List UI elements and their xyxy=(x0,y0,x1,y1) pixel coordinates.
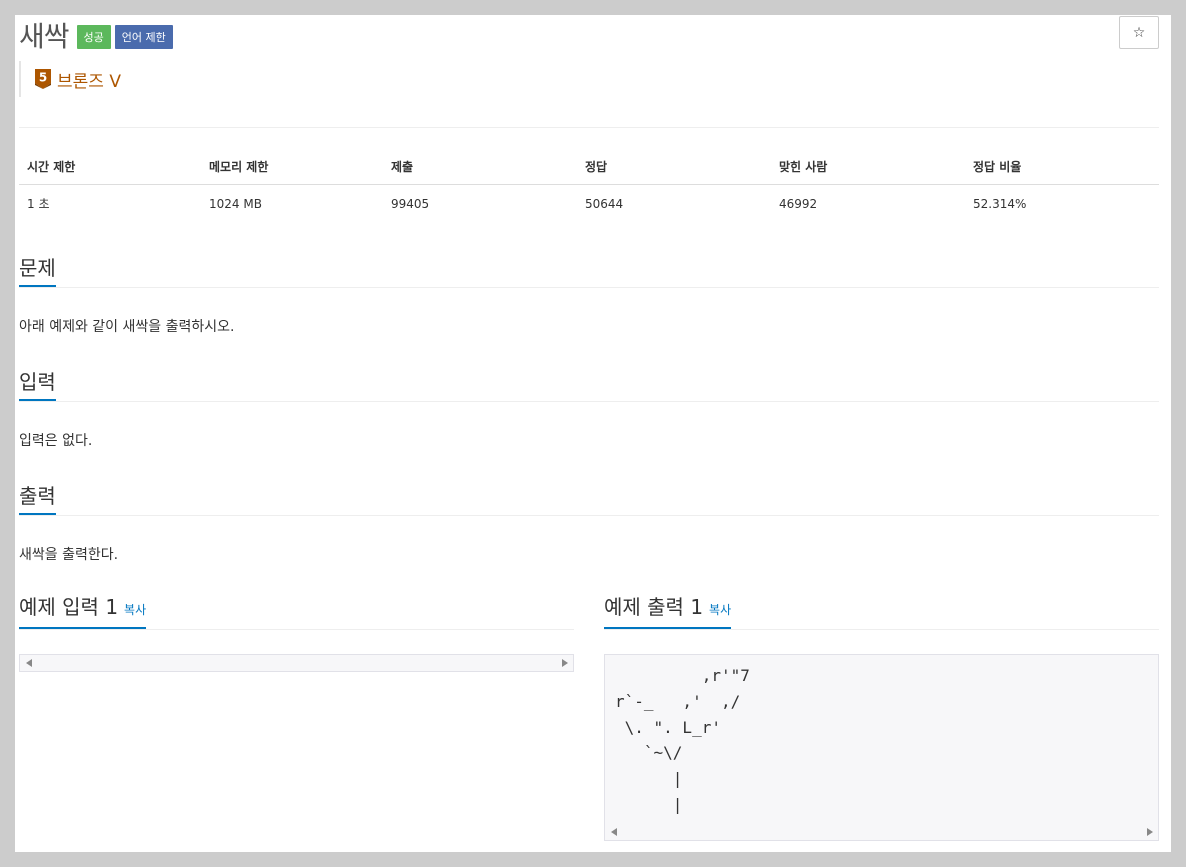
problem-page: 새싹 성공 언어 제한 ☆ 5 브론즈 V 시간 제한 메모리 제한 제출 정답… xyxy=(15,15,1171,852)
sample-input-box xyxy=(19,654,574,672)
scroll-left-icon[interactable] xyxy=(611,827,617,836)
output-header: 출력 xyxy=(19,479,1159,516)
description-title: 문제 xyxy=(19,255,56,287)
sample-input-title-wrap: 예제 입력 1 복사 xyxy=(19,594,147,629)
stat-memory-limit: 1024 MB xyxy=(209,196,262,211)
sample-output-title: 예제 출력 1 xyxy=(604,595,704,619)
stat-ratio: 52.314% xyxy=(973,196,1027,211)
stats-value-row: 1 초 1024 MB 99405 50644 46992 52.314% xyxy=(19,185,1159,223)
problem-stats-table: 시간 제한 메모리 제한 제출 정답 맞힌 사람 정답 비율 1 초 1024 … xyxy=(19,153,1159,222)
language-limit-badge: 언어 제한 xyxy=(114,25,173,49)
stat-header-memory-limit: 메모리 제한 xyxy=(201,153,383,185)
input-title: 입력 xyxy=(19,369,56,401)
sample-output-header: 예제 출력 1 복사 xyxy=(604,593,1159,630)
sample-output-copy-button[interactable]: 복사 xyxy=(709,603,731,617)
input-body: 입력은 없다. xyxy=(19,433,93,449)
sample-input-copy-button[interactable]: 복사 xyxy=(124,603,146,617)
sample-output-box: ,r'"7 r`-_ ,' ,/ \. ". L_r' `~\/ | | xyxy=(604,654,1159,841)
stat-header-solved-users: 맞힌 사람 xyxy=(771,153,965,185)
stat-header-ratio: 정답 비율 xyxy=(965,153,1159,185)
scroll-left-icon[interactable] xyxy=(26,659,32,667)
sample-output-code: ,r'"7 r`-_ ,' ,/ \. ". L_r' `~\/ | | xyxy=(615,666,750,814)
output-section: 출력 새싹을 출력한다. xyxy=(19,479,1159,564)
stat-accepted[interactable]: 50644 xyxy=(577,185,771,223)
stat-header-submissions: 제출 xyxy=(383,153,577,185)
problem-title: 새싹 xyxy=(19,20,70,53)
tier-info: 5 브론즈 V xyxy=(19,61,121,97)
favorite-star-button[interactable]: ☆ xyxy=(1119,16,1159,49)
bronze-tier-icon: 5 xyxy=(35,69,51,89)
sample-output-section: 예제 출력 1 복사 ,r'"7 r`-_ ,' ,/ \. ". L_r' `~… xyxy=(604,593,1159,841)
title-row: 새싹 성공 언어 제한 xyxy=(19,17,173,53)
star-icon: ☆ xyxy=(1132,24,1146,41)
stat-header-accepted: 정답 xyxy=(577,153,771,185)
success-badge: 성공 xyxy=(76,25,111,49)
stat-header-time-limit: 시간 제한 xyxy=(19,153,201,185)
scroll-right-icon[interactable] xyxy=(1147,827,1153,836)
tier-label[interactable]: 브론즈 V xyxy=(57,67,121,92)
description-body: 아래 예제와 같이 새싹을 출력하시오. xyxy=(19,319,235,335)
stats-header-row: 시간 제한 메모리 제한 제출 정답 맞힌 사람 정답 비율 xyxy=(19,153,1159,185)
sample-input-section: 예제 입력 1 복사 xyxy=(19,593,574,672)
input-section: 입력 입력은 없다. xyxy=(19,365,1159,450)
sample-input-title: 예제 입력 1 xyxy=(19,595,119,619)
sample-input-header: 예제 입력 1 복사 xyxy=(19,593,574,630)
output-body: 새싹을 출력한다. xyxy=(19,547,119,563)
stat-submissions[interactable]: 99405 xyxy=(383,185,577,223)
description-header: 문제 xyxy=(19,251,1159,288)
output-title: 출력 xyxy=(19,483,56,515)
scroll-right-icon[interactable] xyxy=(562,659,568,667)
description-section: 문제 아래 예제와 같이 새싹을 출력하시오. xyxy=(19,251,1159,336)
tier-number: 5 xyxy=(39,71,47,85)
stat-time-limit: 1 초 xyxy=(27,197,50,211)
stat-solved-users[interactable]: 46992 xyxy=(771,185,965,223)
sample-output-title-wrap: 예제 출력 1 복사 xyxy=(604,594,732,629)
sample-input-scrollbar[interactable] xyxy=(20,655,573,671)
divider xyxy=(19,127,1159,128)
sample-output-scrollbar[interactable] xyxy=(605,823,1158,840)
input-header: 입력 xyxy=(19,365,1159,402)
